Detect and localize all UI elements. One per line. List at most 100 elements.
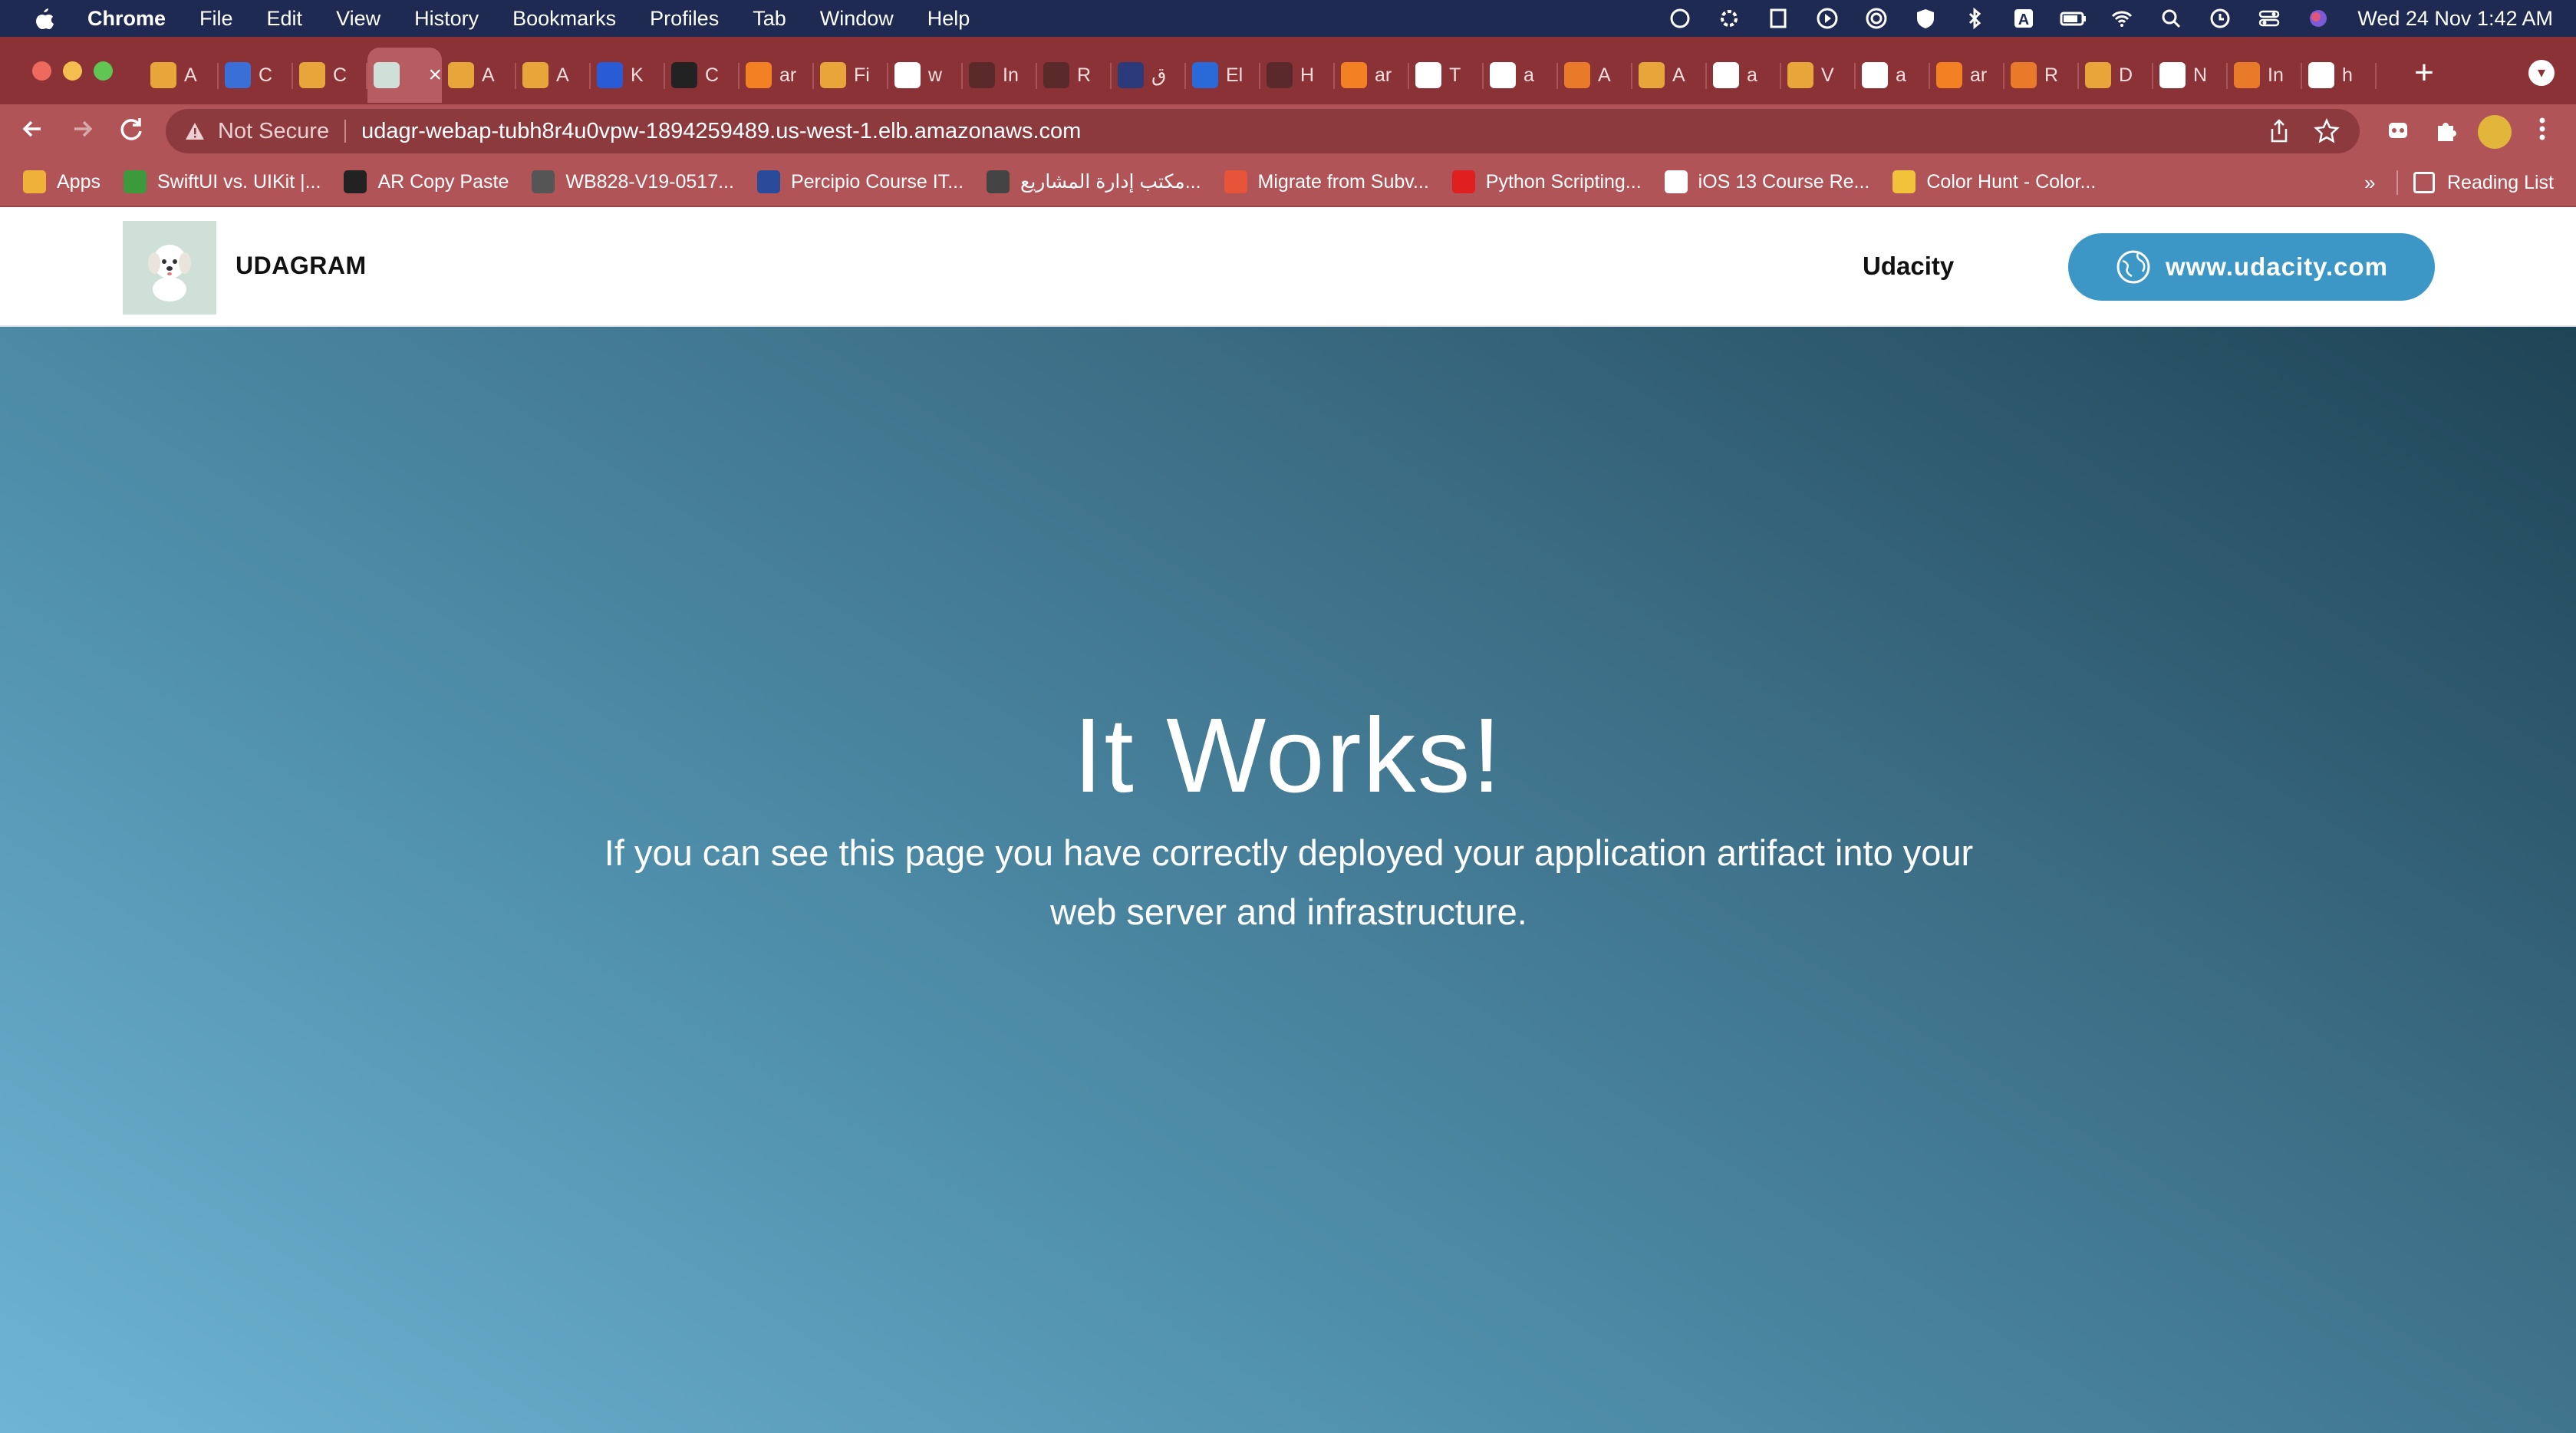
menu-app-chrome[interactable]: Chrome xyxy=(87,7,166,31)
udacity-site-button[interactable]: www.udacity.com xyxy=(2068,233,2435,301)
bookmark-item[interactable]: Migrate from Subv... xyxy=(1224,170,1429,193)
tab-label: Fi xyxy=(854,64,870,86)
tab-favicon-icon xyxy=(894,62,921,88)
tab-label: T xyxy=(1449,64,1461,86)
menu-profiles[interactable]: Profiles xyxy=(650,7,719,31)
keyboard-input-icon[interactable]: A xyxy=(2011,5,2037,31)
tab-favicon-icon xyxy=(2308,62,2334,88)
status-spiral-icon[interactable] xyxy=(1863,5,1889,31)
browser-tab[interactable]: R xyxy=(2004,48,2079,103)
bookmark-item[interactable]: iOS 13 Course Re... xyxy=(1664,170,1869,193)
menu-edit[interactable]: Edit xyxy=(267,7,303,31)
menu-view[interactable]: View xyxy=(336,7,380,31)
nav-link-udacity[interactable]: Udacity xyxy=(1863,252,1954,281)
fullscreen-window-button[interactable] xyxy=(94,61,113,81)
time-machine-icon[interactable] xyxy=(2207,5,2233,31)
extension-glasses-icon[interactable] xyxy=(2383,117,2413,147)
browser-tab[interactable]: El xyxy=(1186,48,1260,103)
browser-tab[interactable]: w xyxy=(888,48,963,103)
profile-avatar[interactable] xyxy=(2478,115,2512,149)
url-text[interactable]: udagr-webap-tubh8r4u0vpw-1894259489.us-w… xyxy=(361,119,1081,144)
browser-tab[interactable]: ar xyxy=(1930,48,2004,103)
menubar-clock[interactable]: Wed 24 Nov 1:42 AM xyxy=(2357,7,2553,31)
browser-tab[interactable]: C xyxy=(293,48,367,103)
menu-history[interactable]: History xyxy=(414,7,479,31)
warning-triangle-icon[interactable] xyxy=(184,120,207,142)
share-icon[interactable] xyxy=(2266,118,2292,144)
extensions-puzzle-icon[interactable] xyxy=(2430,117,2461,147)
hero-description: If you can see this page you have correc… xyxy=(604,832,1974,932)
spotlight-search-icon[interactable] xyxy=(2158,5,2184,31)
bookmark-item[interactable]: Apps xyxy=(23,170,100,193)
close-window-button[interactable] xyxy=(32,61,51,81)
bluetooth-icon[interactable] xyxy=(1962,5,1988,31)
browser-tab[interactable]: K xyxy=(591,48,665,103)
status-gear-icon[interactable] xyxy=(1716,5,1742,31)
browser-tab[interactable]: N xyxy=(2153,48,2228,103)
bookmark-star-icon[interactable] xyxy=(2314,117,2340,144)
security-status-label[interactable]: Not Secure xyxy=(218,119,329,144)
bookmark-favicon-icon xyxy=(1664,170,1688,193)
browser-tab[interactable]: A xyxy=(1558,48,1632,103)
wifi-icon[interactable] xyxy=(2109,5,2135,31)
browser-tab[interactable]: h xyxy=(2302,48,2377,103)
browser-tab[interactable]: C xyxy=(219,48,293,103)
browser-tab[interactable]: A xyxy=(516,48,591,103)
browser-tab[interactable]: ar xyxy=(1335,48,1409,103)
tab-search-button[interactable]: ▾ xyxy=(2528,60,2555,86)
browser-tab[interactable]: In xyxy=(2228,48,2302,103)
menu-bookmarks[interactable]: Bookmarks xyxy=(512,7,616,31)
bookmark-item[interactable]: Color Hunt - Color... xyxy=(1892,170,2096,193)
bookmark-item[interactable]: Percipio Course IT... xyxy=(756,170,964,193)
reload-icon[interactable] xyxy=(114,114,149,149)
browser-tab[interactable]: A xyxy=(1632,48,1707,103)
browser-tab[interactable]: ق xyxy=(1112,48,1186,103)
reading-list-button[interactable]: Reading List xyxy=(2413,158,2554,207)
browser-tab[interactable]: In xyxy=(963,48,1037,103)
browser-tab[interactable]: a xyxy=(1856,48,1930,103)
status-clipboard-icon[interactable] xyxy=(1765,5,1791,31)
siri-icon[interactable] xyxy=(2305,5,2331,31)
bookmarks-overflow-button[interactable]: » xyxy=(2364,158,2375,207)
browser-tab[interactable]: H xyxy=(1260,48,1335,103)
brand-name[interactable]: UDAGRAM xyxy=(236,252,367,280)
tab-favicon-icon xyxy=(1936,62,1962,88)
battery-icon[interactable] xyxy=(2060,5,2087,31)
bookmark-item[interactable]: SwiftUI vs. UIKit |... xyxy=(123,170,321,193)
address-bar[interactable]: Not Secure udagr-webap-tubh8r4u0vpw-1894… xyxy=(166,109,2360,153)
menu-help[interactable]: Help xyxy=(927,7,970,31)
browser-menu-icon[interactable] xyxy=(2535,115,2550,149)
browser-tab[interactable]: V xyxy=(1781,48,1856,103)
reading-list-icon xyxy=(2413,172,2435,193)
browser-tab[interactable]: a xyxy=(1484,48,1558,103)
tab-favicon-icon xyxy=(299,62,325,88)
status-circle-icon[interactable] xyxy=(1667,5,1693,31)
browser-tab[interactable]: D xyxy=(2079,48,2153,103)
menu-window[interactable]: Window xyxy=(820,7,894,31)
status-shield-icon[interactable] xyxy=(1912,5,1939,31)
apple-menu-icon[interactable] xyxy=(32,5,55,31)
forward-arrow-icon[interactable] xyxy=(64,114,100,149)
browser-tab[interactable]: C xyxy=(665,48,740,103)
browser-tab[interactable]: × xyxy=(367,48,442,103)
control-center-icon[interactable] xyxy=(2256,5,2282,31)
bookmark-item[interactable]: مكتب إدارة المشاريع... xyxy=(987,170,1201,193)
tab-close-icon[interactable]: × xyxy=(428,62,442,88)
browser-tab[interactable]: ar xyxy=(740,48,814,103)
browser-tab[interactable]: T xyxy=(1409,48,1484,103)
menu-tab[interactable]: Tab xyxy=(753,7,786,31)
udagram-logo[interactable] xyxy=(123,221,216,315)
minimize-window-button[interactable] xyxy=(63,61,82,81)
bookmark-item[interactable]: WB828-V19-0517... xyxy=(532,170,734,193)
browser-tab[interactable]: a xyxy=(1707,48,1781,103)
menu-file[interactable]: File xyxy=(199,7,233,31)
browser-tab[interactable]: A xyxy=(442,48,516,103)
back-arrow-icon[interactable] xyxy=(15,114,51,149)
browser-tab[interactable]: Fi xyxy=(814,48,888,103)
new-tab-button[interactable]: + xyxy=(2405,54,2443,92)
bookmark-item[interactable]: AR Copy Paste xyxy=(344,170,509,193)
status-play-icon[interactable] xyxy=(1814,5,1840,31)
bookmark-item[interactable]: Python Scripting... xyxy=(1451,170,1642,193)
browser-tab[interactable]: R xyxy=(1037,48,1112,103)
browser-tab[interactable]: A xyxy=(144,48,219,103)
